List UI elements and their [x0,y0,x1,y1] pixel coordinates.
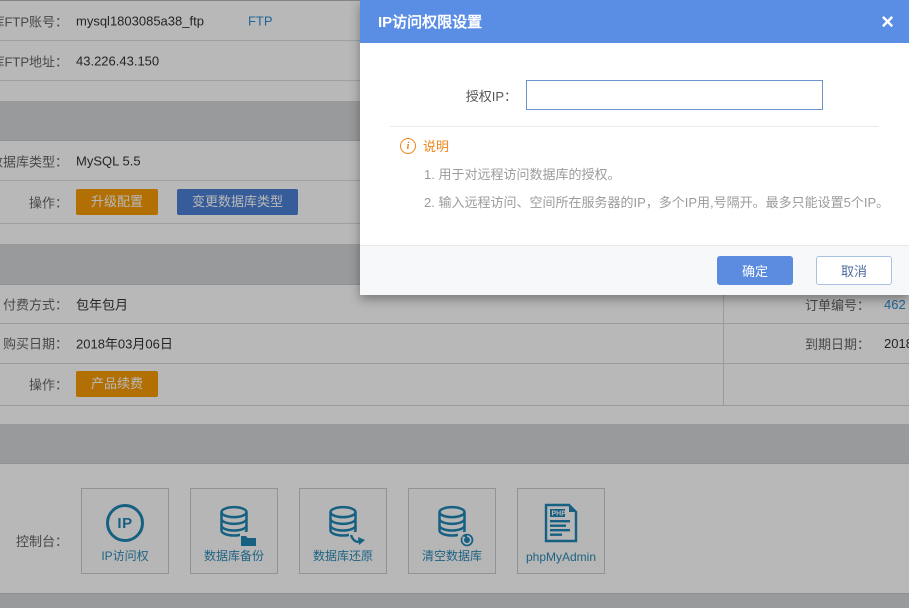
authorized-ip-input[interactable] [526,80,823,110]
note-header: i 说明 [400,136,909,155]
note-title: 说明 [423,136,449,155]
cancel-button[interactable]: 取消 [816,256,892,285]
dialog-title: IP访问权限设置 [378,11,482,32]
note-line-1: 1. 用于对远程访问数据库的授权。 [424,161,909,189]
authorized-ip-label: 授权IP： [360,86,517,105]
dialog-body: 授权IP： i 说明 1. 用于对远程访问数据库的授权。 2. 输入远程访问、空… [360,43,909,245]
note-list: 1. 用于对远程访问数据库的授权。 2. 输入远程访问、空间所在服务器的IP，多… [400,161,909,217]
note-line-2: 2. 输入远程访问、空间所在服务器的IP，多个IP用,号隔开。最多只能设置5个I… [424,189,909,217]
info-icon: i [400,138,416,154]
note-block: i 说明 1. 用于对远程访问数据库的授权。 2. 输入远程访问、空间所在服务器… [360,136,909,217]
dialog-header: IP访问权限设置 × [360,0,909,43]
confirm-button[interactable]: 确定 [717,256,793,285]
authorized-ip-field-row: 授权IP： [360,43,909,110]
dialog-footer: 确定 取消 [360,245,909,295]
ip-access-settings-dialog: IP访问权限设置 × 授权IP： i 说明 1. 用于对远程访问数据库的授权。 … [360,0,909,295]
divider [390,126,879,127]
close-icon[interactable]: × [881,11,894,33]
